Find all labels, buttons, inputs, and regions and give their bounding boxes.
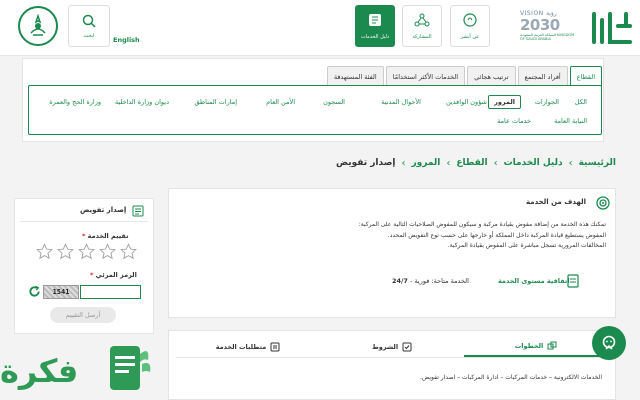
star-icon[interactable]: [36, 243, 53, 260]
sector-chip-expats[interactable]: شؤون الوافدين: [446, 98, 487, 106]
chevron-left-icon: ‹: [568, 157, 573, 169]
service-availability: الخدمة متاحة: فورية - 24/7: [392, 277, 469, 285]
form-icon: [132, 205, 144, 217]
breadcrumb-home[interactable]: الرئيسية: [579, 158, 616, 168]
chevron-left-icon: ‹: [401, 157, 406, 169]
tab-conditions-label: الشروط: [371, 342, 399, 351]
sector-chip-emirates[interactable]: إمارات المناطق: [195, 98, 237, 106]
requirements-icon: [270, 342, 280, 351]
description-line: المخالفات المرورية تسجل مباشرة على المفو…: [447, 242, 606, 249]
search-button[interactable]: ابحث: [68, 5, 110, 47]
service-goal-title: الهدف من الخدمة: [526, 198, 587, 206]
sector-chip-traffic[interactable]: المرور: [488, 95, 521, 109]
nav-tile-about[interactable]: عن أبشر: [450, 5, 490, 47]
chevron-left-icon: ‹: [446, 157, 451, 169]
breadcrumb-services-guide[interactable]: دليل الخدمات: [504, 158, 563, 168]
target-icon: [596, 196, 610, 210]
sector-chip-moi-diwan[interactable]: ديوان وزارة الداخلية: [115, 98, 169, 106]
star-icon[interactable]: [57, 243, 74, 260]
required-mark: *: [82, 232, 86, 240]
tab-conditions[interactable]: الشروط: [320, 336, 464, 357]
rating-label: تقييم الخدمة *: [82, 232, 129, 240]
availability-value: 24/7: [392, 277, 408, 285]
sector-chip-public-security[interactable]: الأمن العام: [266, 98, 295, 106]
tab-steps[interactable]: الخطوات: [464, 336, 608, 357]
breadcrumb: الرئيسية ‹ دليل الخدمات ‹ القطاع ‹ المرو…: [336, 156, 616, 170]
captcha-image: 1541: [43, 285, 79, 299]
star-icon[interactable]: [78, 243, 95, 260]
chevron-left-icon: ‹: [493, 157, 498, 169]
vision-line2: 2030: [520, 16, 560, 34]
sector-chip-all[interactable]: الكل: [575, 98, 587, 106]
tab-steps-label: الخطوات: [514, 341, 544, 350]
filter-tab-bar: القطاع أفراد المجتمع ترتيب هجائي الخدمات…: [306, 66, 602, 86]
breadcrumb-traffic[interactable]: المرور: [411, 158, 440, 168]
submit-rating-button[interactable]: أرسل التقييم: [50, 307, 116, 323]
description-line: المفوض يستطيع قيادة المركبة داخل المملكة…: [387, 231, 606, 239]
steps-content: الخدمات الالكترونية – خدمات المركبات – ا…: [420, 374, 602, 381]
search-label: ابحث: [83, 32, 95, 39]
nav-tile-label: دليل الخدمات: [360, 34, 390, 40]
chat-assistant-button[interactable]: [592, 326, 626, 360]
captcha-input[interactable]: [80, 285, 141, 299]
rating-card-title: إصدار تفويض: [80, 206, 127, 214]
tab-alphabetical[interactable]: ترتيب هجائي: [467, 66, 516, 86]
star-icon[interactable]: [99, 243, 116, 260]
nav-tile-label: عن أبشر: [460, 34, 480, 40]
sla-link[interactable]: اتفاقية مستوى الخدمة: [498, 277, 570, 285]
participation-icon: [414, 13, 430, 27]
moi-emblem-logo[interactable]: [18, 6, 58, 46]
tab-requirements[interactable]: متطلبات الخدمة: [176, 336, 320, 357]
star-icon[interactable]: [120, 243, 137, 260]
language-switch-link[interactable]: English: [113, 36, 140, 44]
sector-chip-general-services[interactable]: خدمات عامة: [497, 117, 531, 125]
captcha-label-text: الرمز المرئي: [95, 271, 137, 279]
conditions-icon: [402, 342, 412, 351]
breadcrumb-sector[interactable]: القطاع: [456, 158, 487, 168]
description-line: تمكنك هذه الخدمة من إضافة مفوض بقيادة مر…: [358, 221, 606, 228]
chat-bot-icon: [602, 335, 616, 350]
nav-tile-services-guide[interactable]: دليل الخدمات: [355, 5, 395, 47]
captcha-label: الرمز المرئي *: [90, 271, 137, 279]
sector-chip-hajj[interactable]: وزارة الحج والعمرة: [49, 98, 101, 106]
sector-chip-passports[interactable]: الجوازات: [535, 98, 559, 106]
nav-tile-label: المشاركة: [412, 34, 432, 40]
watermark-document-icon: [110, 346, 151, 390]
tab-most-used[interactable]: الخدمات الأكثر استخدامًا: [385, 66, 466, 86]
vision-2030-logo: VISION رؤية 2030 المملكة العربية السعودي…: [520, 10, 580, 50]
search-icon: [82, 14, 96, 28]
required-mark: *: [90, 271, 94, 279]
about-icon: [463, 13, 477, 27]
tab-target-group[interactable]: الفئة المستهدفة: [326, 66, 384, 86]
divider: [20, 221, 148, 222]
sector-chip-public-prosecution[interactable]: النيابة العامة: [554, 117, 587, 125]
star-rating: [36, 243, 140, 263]
sector-chips-box: الكل الجوازات المرور شؤون الوافدين الأحو…: [28, 85, 602, 135]
vision-line3: المملكة العربية السعودية KINGDOM OF SAUD…: [520, 33, 575, 41]
watermark-text: فكرة: [0, 352, 79, 390]
sector-chip-civil-affairs[interactable]: الأحوال المدنية: [381, 98, 421, 106]
breadcrumb-current: إصدار تفويض: [335, 158, 396, 168]
availability-label: الخدمة متاحة: فورية -: [410, 277, 469, 285]
tab-sector[interactable]: القطاع: [569, 66, 602, 86]
book-icon: [369, 14, 381, 26]
tab-community[interactable]: أفراد المجتمع: [517, 66, 568, 86]
sector-chip-prisons[interactable]: السجون: [323, 98, 345, 106]
tab-requirements-label: متطلبات الخدمة: [215, 342, 267, 351]
service-info-tabs: متطلبات الخدمة الشروط الخطوات: [176, 336, 608, 358]
absher-logo[interactable]: [586, 6, 636, 50]
nav-tile-participation[interactable]: المشاركة: [402, 5, 442, 47]
refresh-captcha-icon[interactable]: [28, 285, 41, 298]
steps-icon: [547, 341, 557, 349]
rating-label-text: تقييم الخدمة: [87, 232, 129, 240]
service-description: تمكنك هذه الخدمة من إضافة مفوض بقيادة مر…: [180, 220, 606, 260]
